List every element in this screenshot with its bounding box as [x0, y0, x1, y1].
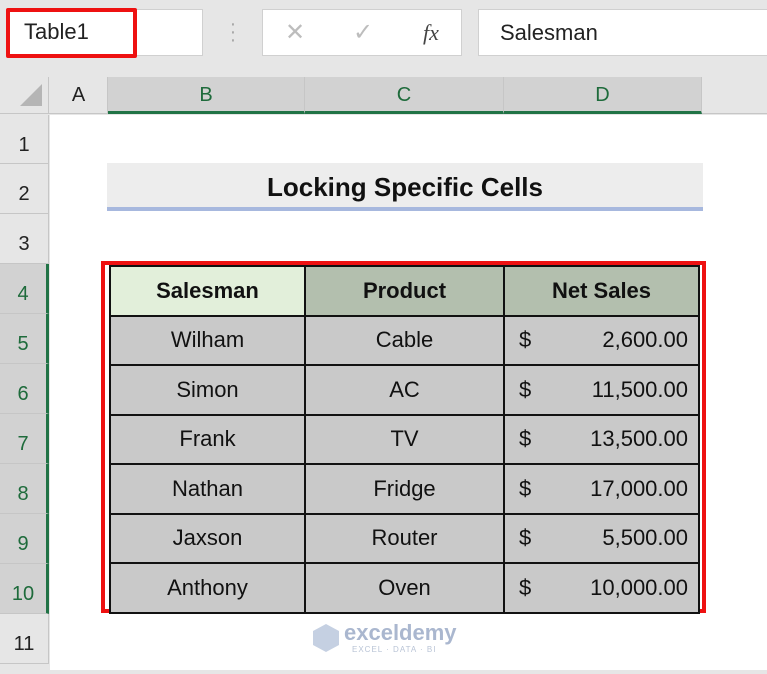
sheet-title[interactable]: Locking Specific Cells	[107, 163, 703, 211]
row-header-5[interactable]: 5	[0, 314, 49, 364]
table-row: Jaxson Router $5,500.00	[109, 512, 700, 564]
row-header-8[interactable]: 8	[0, 464, 49, 514]
column-header-a[interactable]: A	[50, 77, 108, 114]
cell-salesman[interactable]: Frank	[109, 413, 306, 465]
enter-icon[interactable]: ✓	[353, 18, 373, 47]
column-header-c[interactable]: C	[305, 77, 504, 114]
cell-net-sales[interactable]: $10,000.00	[503, 562, 700, 614]
currency-symbol: $	[519, 426, 532, 452]
column-header-b[interactable]: B	[108, 77, 305, 114]
currency-symbol: $	[519, 475, 532, 501]
row-header-6[interactable]: 6	[0, 364, 49, 414]
formula-bar-grip-icon[interactable]: · · ·	[228, 14, 238, 50]
row-header-7[interactable]: 7	[0, 414, 49, 464]
sales-table: Salesman Product Net Sales Wilham Cable $2…	[109, 265, 700, 614]
header-product[interactable]: Product	[304, 265, 505, 317]
row-header-2[interactable]: 2	[0, 164, 49, 214]
watermark-name: exceldemy	[344, 620, 457, 645]
row-header-1[interactable]: 1	[0, 115, 49, 164]
cell-product[interactable]: Fridge	[304, 463, 505, 515]
table-row: Wilham Cable $2,600.00	[109, 314, 700, 366]
insert-function-icon[interactable]: fx	[423, 20, 439, 46]
cell-product[interactable]: Oven	[304, 562, 505, 614]
table-row: Nathan Fridge $17,000.00	[109, 463, 700, 515]
row-header-9[interactable]: 9	[0, 514, 49, 564]
row-header-4[interactable]: 4	[0, 264, 49, 314]
net-sales-value: 10,000.00	[590, 574, 688, 600]
cell-salesman[interactable]: Anthony	[109, 562, 306, 614]
table-row: Simon AC $11,500.00	[109, 364, 700, 416]
row-header-10[interactable]: 10	[0, 564, 49, 614]
watermark-tagline: EXCEL · DATA · BI	[352, 645, 437, 654]
cell-net-sales[interactable]: $11,500.00	[503, 364, 700, 416]
cell-salesman[interactable]: Nathan	[109, 463, 306, 515]
cell-product[interactable]: AC	[304, 364, 505, 416]
header-net-sales[interactable]: Net Sales	[503, 265, 700, 317]
cell-net-sales[interactable]: $17,000.00	[503, 463, 700, 515]
table-row: Anthony Oven $10,000.00	[109, 562, 700, 614]
currency-symbol: $	[519, 327, 532, 353]
cell-salesman[interactable]: Simon	[109, 364, 306, 416]
row-header-11[interactable]: 11	[0, 614, 49, 664]
formula-value[interactable]: Salesman	[500, 20, 598, 46]
cell-net-sales[interactable]: $13,500.00	[503, 413, 700, 465]
net-sales-value: 17,000.00	[590, 475, 688, 501]
currency-symbol: $	[519, 525, 532, 551]
cell-salesman[interactable]: Wilham	[109, 314, 306, 366]
row-header-3[interactable]: 3	[0, 214, 49, 264]
select-all-icon[interactable]	[20, 84, 42, 106]
cancel-icon[interactable]: ✕	[285, 18, 305, 47]
name-box-highlight	[6, 8, 137, 58]
cell-salesman[interactable]: Jaxson	[109, 512, 306, 564]
net-sales-value: 2,600.00	[602, 327, 688, 353]
table-row: Frank TV $13,500.00	[109, 413, 700, 465]
cell-net-sales[interactable]: $2,600.00	[503, 314, 700, 366]
cell-product[interactable]: Cable	[304, 314, 505, 366]
formula-buttons: ✕ ✓ fx	[262, 9, 462, 56]
currency-symbol: $	[519, 376, 532, 402]
net-sales-value: 11,500.00	[591, 376, 688, 402]
table-header-row: Salesman Product Net Sales	[109, 265, 700, 317]
cell-net-sales[interactable]: $5,500.00	[503, 512, 700, 564]
cell-product[interactable]: Router	[304, 512, 505, 564]
header-salesman[interactable]: Salesman	[109, 265, 306, 317]
net-sales-value: 13,500.00	[590, 426, 688, 452]
column-header-d[interactable]: D	[504, 77, 702, 114]
net-sales-value: 5,500.00	[602, 525, 688, 551]
cell-product[interactable]: TV	[304, 413, 505, 465]
currency-symbol: $	[519, 574, 532, 600]
